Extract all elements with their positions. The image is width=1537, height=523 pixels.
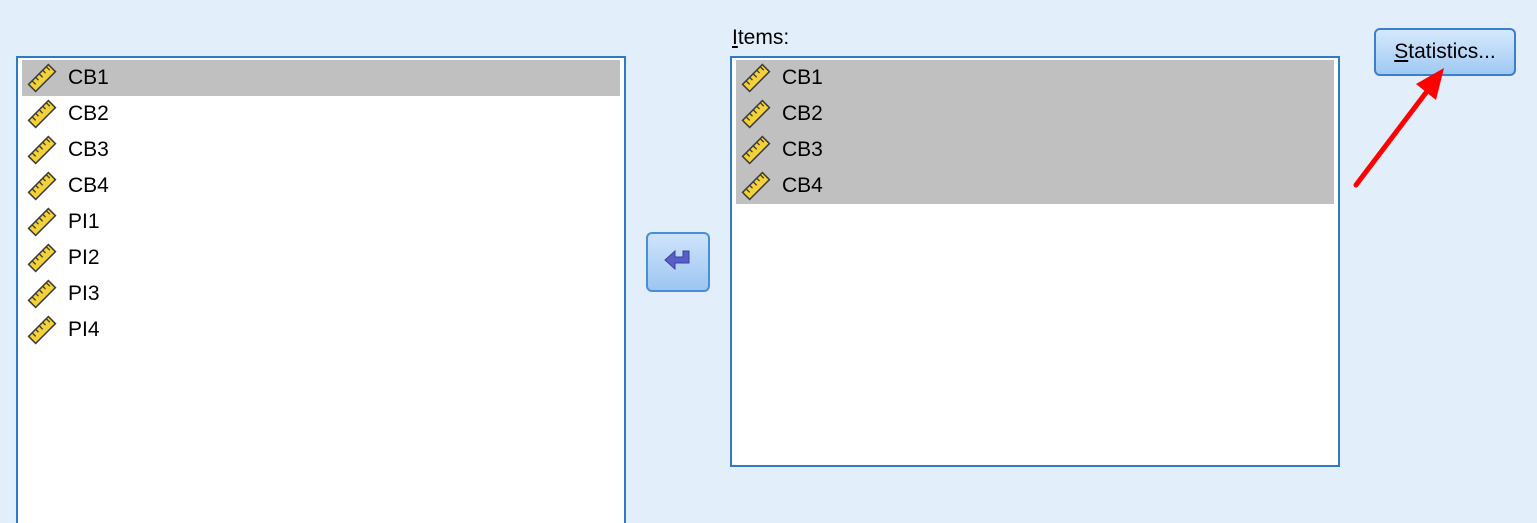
- statistics-button-mnemonic: S: [1394, 40, 1409, 63]
- list-item-label: PI3: [68, 282, 100, 305]
- list-item-label: CB4: [68, 174, 109, 197]
- list-item-label: PI4: [68, 318, 100, 341]
- list-item[interactable]: CB3: [22, 132, 620, 168]
- list-item[interactable]: CB4: [736, 168, 1334, 204]
- list-item[interactable]: CB1: [22, 60, 620, 96]
- list-item[interactable]: PI2: [22, 240, 620, 276]
- list-item[interactable]: PI4: [22, 312, 620, 348]
- scale-ruler-icon: [740, 62, 772, 94]
- list-item-label: CB3: [68, 138, 109, 161]
- statistics-button[interactable]: Statistics...: [1374, 28, 1516, 76]
- list-item-label: PI2: [68, 246, 100, 269]
- scale-ruler-icon: [26, 278, 58, 310]
- list-item-label: CB3: [782, 138, 823, 161]
- scale-ruler-icon: [26, 170, 58, 202]
- list-item[interactable]: CB1: [736, 60, 1334, 96]
- items-label: Items:: [732, 26, 789, 50]
- list-item-label: CB1: [782, 66, 823, 89]
- list-item[interactable]: PI1: [22, 204, 620, 240]
- items-list[interactable]: CB1 CB2 CB3 CB4: [730, 56, 1340, 467]
- list-item-label: CB2: [68, 102, 109, 125]
- statistics-button-label: tatistics...: [1408, 40, 1496, 63]
- list-item[interactable]: CB4: [22, 168, 620, 204]
- scale-ruler-icon: [26, 134, 58, 166]
- list-item[interactable]: CB2: [22, 96, 620, 132]
- list-item[interactable]: PI3: [22, 276, 620, 312]
- scale-ruler-icon: [26, 98, 58, 130]
- list-item-label: PI1: [68, 210, 100, 233]
- scale-ruler-icon: [26, 62, 58, 94]
- scale-ruler-icon: [740, 98, 772, 130]
- list-item-label: CB4: [782, 174, 823, 197]
- list-item-label: CB1: [68, 66, 109, 89]
- scale-ruler-icon: [740, 134, 772, 166]
- items-label-text: tems:: [737, 26, 790, 49]
- scale-ruler-icon: [26, 314, 58, 346]
- reliability-dialog: CB1 CB2 CB3 CB4 PI1 PI2 PI3 PI4 Items: C…: [0, 0, 1537, 523]
- list-item[interactable]: CB3: [736, 132, 1334, 168]
- scale-ruler-icon: [26, 242, 58, 274]
- arrow-back-icon: [664, 249, 690, 271]
- list-item-label: CB2: [782, 102, 823, 125]
- list-item[interactable]: CB2: [736, 96, 1334, 132]
- scale-ruler-icon: [740, 170, 772, 202]
- source-variable-list[interactable]: CB1 CB2 CB3 CB4 PI1 PI2 PI3 PI4: [16, 56, 626, 523]
- scale-ruler-icon: [26, 206, 58, 238]
- move-to-source-button[interactable]: [646, 232, 710, 292]
